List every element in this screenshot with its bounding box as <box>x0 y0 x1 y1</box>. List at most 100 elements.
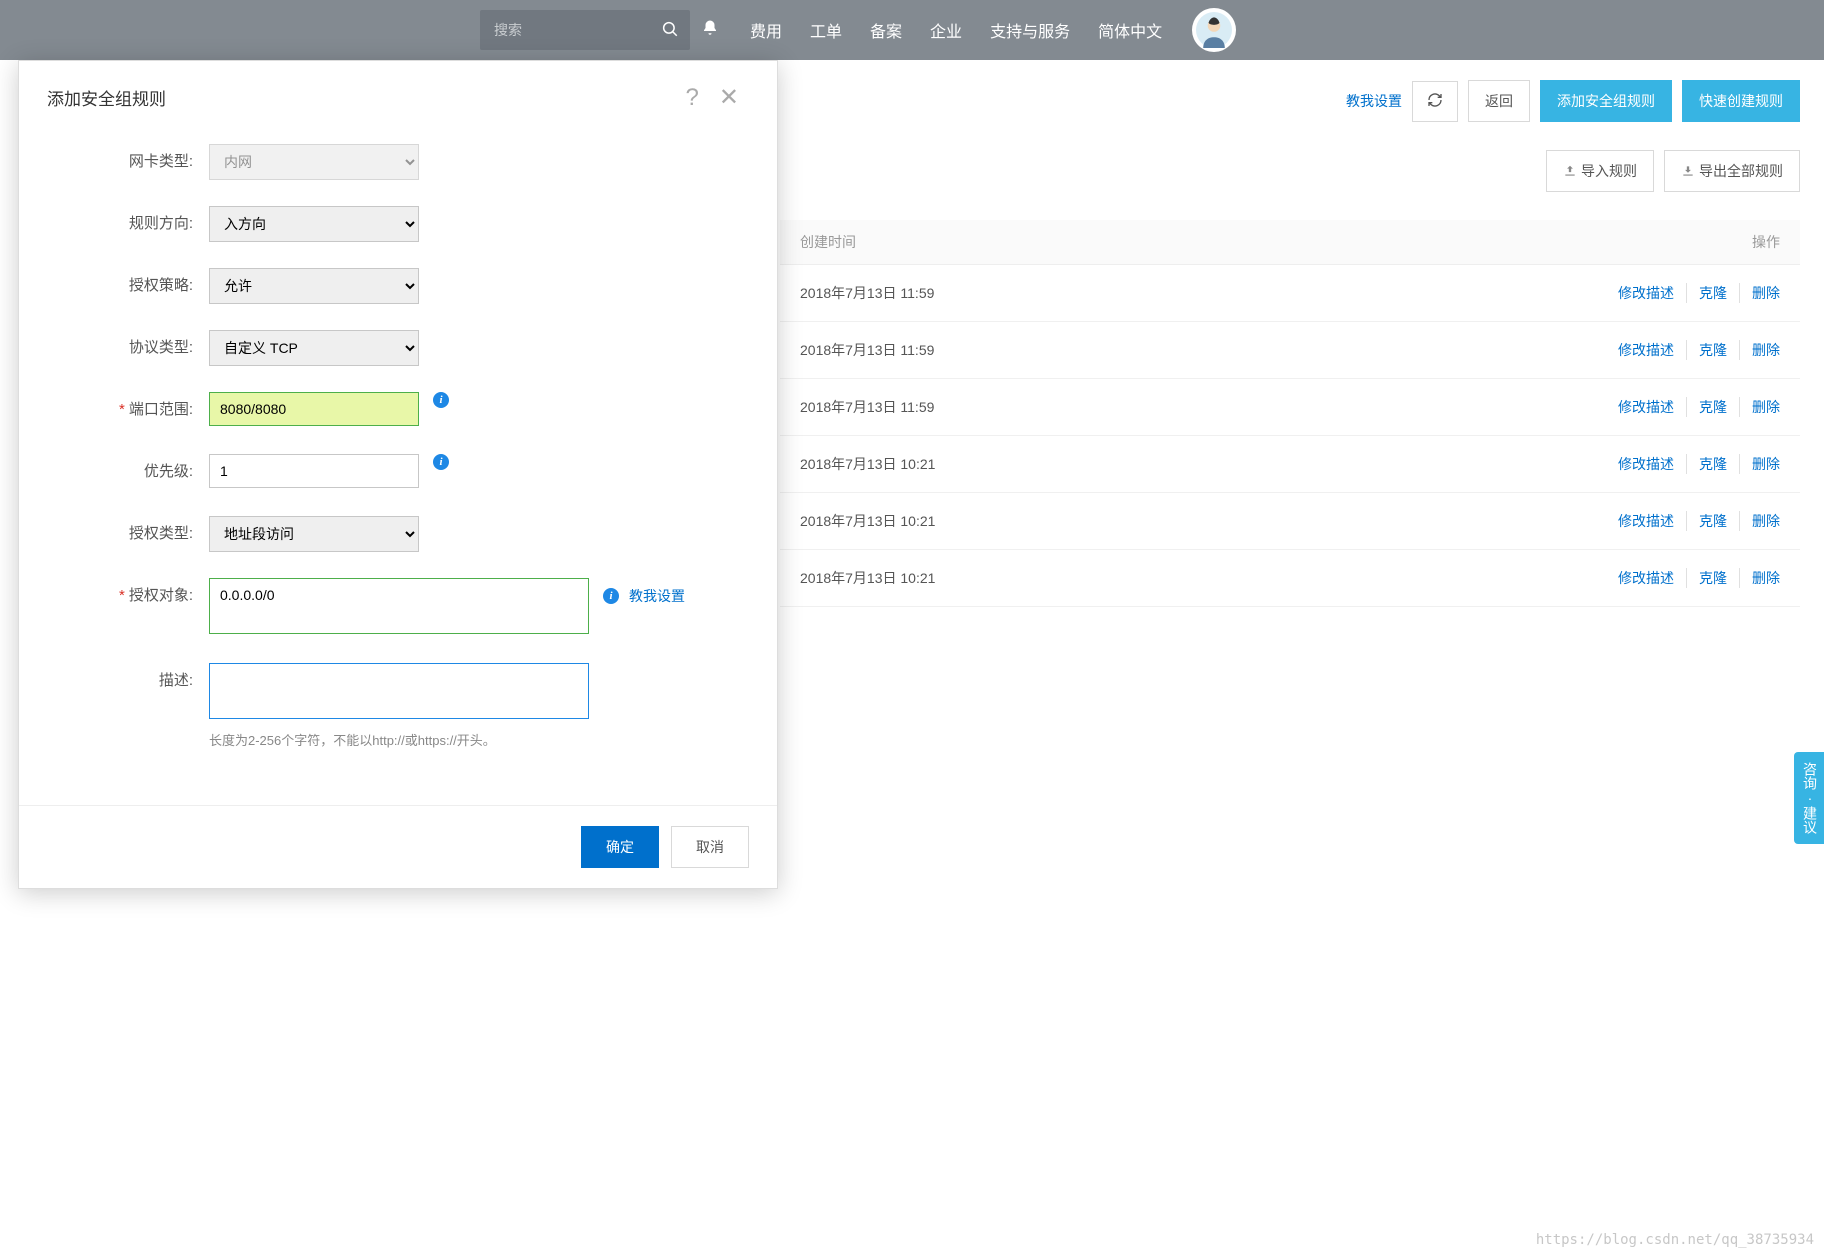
refresh-button[interactable] <box>1412 81 1458 122</box>
nav-item-enterprise[interactable]: 企业 <box>930 18 962 42</box>
cell-ops: 修改描述克隆删除 <box>1606 340 1780 360</box>
op-edit-desc[interactable]: 修改描述 <box>1606 511 1687 531</box>
table-row: 2018年7月13日 10:21修改描述克隆删除 <box>780 550 1800 607</box>
cancel-button[interactable]: 取消 <box>671 826 749 868</box>
nav-item-cost[interactable]: 费用 <box>750 18 782 42</box>
op-clone[interactable]: 克隆 <box>1687 454 1740 474</box>
auth-object-input[interactable]: 0.0.0.0/0 <box>209 578 589 634</box>
cell-time: 2018年7月13日 10:21 <box>800 568 1606 588</box>
table-row: 2018年7月13日 10:21修改描述克隆删除 <box>780 493 1800 550</box>
label-priority: 优先级: <box>49 454 209 490</box>
op-delete[interactable]: 删除 <box>1740 397 1780 417</box>
nic-type-select: 内网 <box>209 144 419 180</box>
op-edit-desc[interactable]: 修改描述 <box>1606 340 1687 360</box>
info-icon[interactable]: i <box>433 392 449 408</box>
direction-select[interactable]: 入方向 <box>209 206 419 242</box>
top-navbar: 费用 工单 备案 企业 支持与服务 简体中文 <box>0 0 1824 60</box>
modal-header: 添加安全组规则 ? ✕ <box>19 61 777 134</box>
op-edit-desc[interactable]: 修改描述 <box>1606 454 1687 474</box>
modal-body: 网卡类型: 内网 规则方向: 入方向 授权策略: 允许 协议类型: 自定义 TC… <box>19 134 777 805</box>
ok-button[interactable]: 确定 <box>581 826 659 868</box>
cell-ops: 修改描述克隆删除 <box>1606 397 1780 417</box>
cell-ops: 修改描述克隆删除 <box>1606 568 1780 588</box>
cell-time: 2018年7月13日 10:21 <box>800 454 1606 474</box>
op-clone[interactable]: 克隆 <box>1687 283 1740 303</box>
policy-select[interactable]: 允许 <box>209 268 419 304</box>
op-clone[interactable]: 克隆 <box>1687 397 1740 417</box>
op-delete[interactable]: 删除 <box>1740 283 1780 303</box>
cell-ops: 修改描述克隆删除 <box>1606 511 1780 531</box>
op-clone[interactable]: 克隆 <box>1687 511 1740 531</box>
info-icon[interactable]: i <box>603 588 619 604</box>
upload-icon <box>1563 164 1577 178</box>
cell-time: 2018年7月13日 10:21 <box>800 511 1606 531</box>
op-edit-desc[interactable]: 修改描述 <box>1606 568 1687 588</box>
quick-create-button[interactable]: 快速创建规则 <box>1682 80 1800 122</box>
import-rules-button[interactable]: 导入规则 <box>1546 150 1654 192</box>
add-rule-button[interactable]: 添加安全组规则 <box>1540 80 1672 122</box>
close-icon[interactable]: ✕ <box>709 83 749 112</box>
label-nic-type: 网卡类型: <box>49 144 209 180</box>
modal-footer: 确定 取消 <box>19 805 777 888</box>
cell-time: 2018年7月13日 11:59 <box>800 340 1606 360</box>
description-hint: 长度为2-256个字符，不能以http://或https://开头。 <box>209 730 589 749</box>
notification-icon[interactable] <box>690 19 730 42</box>
search-icon <box>661 20 679 38</box>
op-edit-desc[interactable]: 修改描述 <box>1606 397 1687 417</box>
description-input[interactable] <box>209 663 589 719</box>
label-policy: 授权策略: <box>49 268 209 304</box>
label-port-range: *端口范围: <box>49 392 209 428</box>
col-header-ops: 操作 <box>1720 232 1780 252</box>
nav-item-support[interactable]: 支持与服务 <box>990 18 1070 42</box>
col-header-time: 创建时间 <box>800 232 1720 252</box>
priority-input[interactable] <box>209 454 419 488</box>
label-description: 描述: <box>49 663 209 699</box>
nav-item-ticket[interactable]: 工单 <box>810 18 842 42</box>
port-range-input[interactable] <box>209 392 419 426</box>
back-button[interactable]: 返回 <box>1468 80 1530 122</box>
export-all-button[interactable]: 导出全部规则 <box>1664 150 1800 192</box>
label-protocol: 协议类型: <box>49 330 209 366</box>
nav-items: 费用 工单 备案 企业 支持与服务 简体中文 <box>750 18 1162 42</box>
page-toolbar: 教我设置 返回 添加安全组规则 快速创建规则 <box>1346 80 1800 122</box>
search-button[interactable] <box>650 10 690 50</box>
page-toolbar-2: 导入规则 导出全部规则 <box>1546 150 1800 192</box>
search-input[interactable] <box>480 12 650 48</box>
table-row: 2018年7月13日 11:59修改描述克隆删除 <box>780 379 1800 436</box>
cell-time: 2018年7月13日 11:59 <box>800 283 1606 303</box>
search-wrap <box>480 10 690 50</box>
op-clone[interactable]: 克隆 <box>1687 340 1740 360</box>
table-row: 2018年7月13日 11:59修改描述克隆删除 <box>780 265 1800 322</box>
watermark: https://blog.csdn.net/qq_38735934 <box>1536 1232 1814 1248</box>
cell-ops: 修改描述克隆删除 <box>1606 454 1780 474</box>
table-header: 创建时间 操作 <box>780 220 1800 265</box>
op-clone[interactable]: 克隆 <box>1687 568 1740 588</box>
nav-item-icp[interactable]: 备案 <box>870 18 902 42</box>
download-icon <box>1681 164 1695 178</box>
auth-type-select[interactable]: 地址段访问 <box>209 516 419 552</box>
modal-title: 添加安全组规则 <box>47 85 676 110</box>
table-row: 2018年7月13日 11:59修改描述克隆删除 <box>780 322 1800 379</box>
teach-me-link[interactable]: 教我设置 <box>629 578 685 614</box>
refresh-icon <box>1427 92 1443 108</box>
table-row: 2018年7月13日 10:21修改描述克隆删除 <box>780 436 1800 493</box>
op-delete[interactable]: 删除 <box>1740 511 1780 531</box>
avatar[interactable] <box>1192 8 1236 52</box>
feedback-side-tab[interactable]: 咨询·建议 <box>1794 752 1824 844</box>
rules-table: 创建时间 操作 2018年7月13日 11:59修改描述克隆删除2018年7月1… <box>780 220 1800 607</box>
label-direction: 规则方向: <box>49 206 209 242</box>
cell-time: 2018年7月13日 11:59 <box>800 397 1606 417</box>
op-delete[interactable]: 删除 <box>1740 340 1780 360</box>
op-edit-desc[interactable]: 修改描述 <box>1606 283 1687 303</box>
protocol-select[interactable]: 自定义 TCP <box>209 330 419 366</box>
info-icon[interactable]: i <box>433 454 449 470</box>
nav-item-lang[interactable]: 简体中文 <box>1098 18 1162 42</box>
teach-me-link[interactable]: 教我设置 <box>1346 91 1402 111</box>
add-rule-modal: 添加安全组规则 ? ✕ 网卡类型: 内网 规则方向: 入方向 授权策略: 允许 … <box>18 60 778 889</box>
label-auth-object: *授权对象: <box>49 578 209 614</box>
help-icon[interactable]: ? <box>676 84 709 112</box>
cell-ops: 修改描述克隆删除 <box>1606 283 1780 303</box>
op-delete[interactable]: 删除 <box>1740 454 1780 474</box>
label-auth-type: 授权类型: <box>49 516 209 552</box>
op-delete[interactable]: 删除 <box>1740 568 1780 588</box>
